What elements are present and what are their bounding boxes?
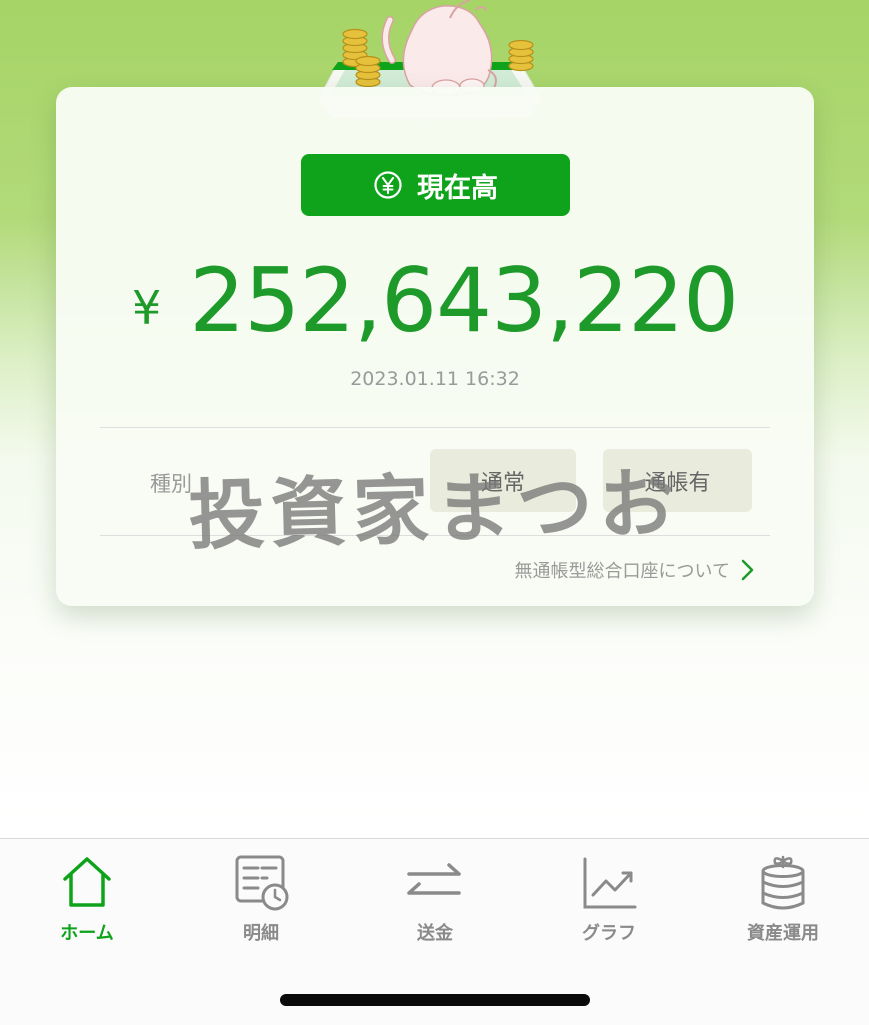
account-type-label: 種別: [150, 472, 192, 496]
tab-statement[interactable]: 明細: [174, 839, 348, 959]
account-type-chip-passbook: 通帳有: [603, 449, 752, 512]
balance-card: 現在高 ¥ 252,643,220 2023.01.11 16:32 種別 通常…: [56, 87, 814, 606]
current-balance-label: 現在高: [301, 154, 570, 216]
currency-symbol: ¥: [131, 281, 162, 335]
tab-statement-label: 明細: [243, 923, 279, 944]
chevron-right-icon: [741, 559, 754, 581]
tab-asset-management-label: 資産運用: [747, 923, 819, 944]
account-type-row: 種別 通常 通帳有: [56, 449, 814, 514]
tab-home-label: ホーム: [60, 923, 114, 944]
account-type-chip-normal: 通常: [430, 449, 576, 512]
tab-home[interactable]: ホーム: [0, 839, 174, 959]
home-icon: [63, 857, 111, 907]
yen-coin-icon: [374, 171, 402, 199]
home-indicator[interactable]: [280, 994, 590, 1006]
tab-transfer-label: 送金: [417, 923, 453, 944]
balance-amount-row: ¥ 252,643,220: [56, 239, 814, 349]
tab-transfer[interactable]: 送金: [348, 839, 522, 959]
tab-asset-management[interactable]: 資産運用: [696, 839, 869, 959]
passbookless-account-info-text: 無通帳型総合口座について: [514, 561, 730, 582]
transfer-icon: [407, 863, 461, 895]
tab-graph-label: グラフ: [582, 923, 636, 944]
current-balance-label-text: 現在高: [417, 172, 498, 204]
statement-icon: [235, 855, 289, 911]
balance-timestamp: 2023.01.11 16:32: [350, 368, 520, 390]
asset-management-icon: [761, 855, 805, 910]
balance-amount: 252,643,220: [189, 249, 739, 352]
divider-bottom: [100, 535, 770, 536]
divider-top: [100, 427, 770, 428]
tab-graph[interactable]: グラフ: [522, 839, 696, 959]
passbookless-account-info-link[interactable]: 無通帳型総合口座について: [515, 557, 754, 583]
graph-icon: [583, 857, 637, 909]
